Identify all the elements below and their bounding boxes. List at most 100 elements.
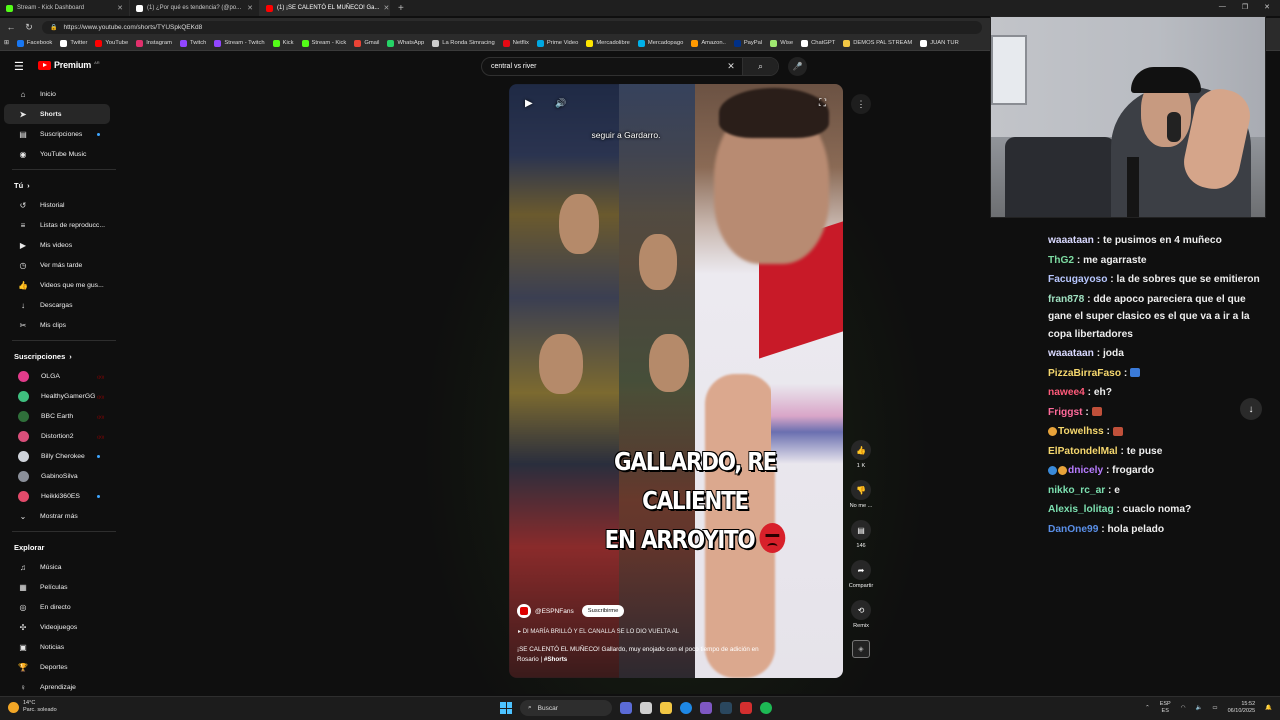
play-icon[interactable]: ▶	[525, 98, 533, 109]
subscription-item[interactable]: Billy Cherokee	[4, 446, 110, 466]
like-button[interactable]: 👍 1 K	[842, 440, 880, 469]
task-view-icon[interactable]	[640, 702, 652, 714]
browser-tab[interactable]: (1) ¿Por qué es tendencia? (@po... ✕	[130, 0, 260, 16]
sidebar-item-deportes[interactable]: 🏆 Deportes	[4, 657, 110, 677]
widgets-icon[interactable]	[620, 702, 632, 714]
subscription-item[interactable]: GabinoSilva	[4, 466, 110, 486]
sidebar-item-m-sica[interactable]: ♫ Música	[4, 557, 110, 577]
voice-search-button[interactable]: 🎤	[788, 57, 807, 76]
share-button[interactable]: ➦ Compartir	[842, 560, 880, 589]
sidebar-item-mis-clips[interactable]: ✂ Mis clips	[4, 315, 110, 335]
weather-widget[interactable]: 14°C Parc. soleado	[8, 700, 57, 714]
chat-username[interactable]: Alexis_lolitag	[1048, 504, 1114, 515]
fullscreen-icon[interactable]: ⛶	[819, 98, 826, 109]
show-more-button[interactable]: ⌄ Mostrar más	[4, 506, 110, 526]
bookmark-item[interactable]: Twitch	[179, 39, 206, 47]
steam-icon[interactable]	[720, 702, 732, 714]
chat-username[interactable]: DanOne99	[1048, 524, 1098, 535]
chat-username[interactable]: ElPatondelMal	[1048, 446, 1118, 457]
language-indicator[interactable]: ESP ES	[1160, 701, 1171, 715]
sidebar-item-mis-videos[interactable]: ▶ Mis videos	[4, 235, 110, 255]
bookmark-item[interactable]: Netflix	[502, 39, 529, 47]
sidebar-item-ver-m-s-tarde[interactable]: ◷ Ver más tarde	[4, 255, 110, 275]
bookmark-item[interactable]: Amazon..	[691, 39, 726, 47]
bookmark-item[interactable]: DEMOS PAL STREAM	[843, 39, 912, 47]
search-input[interactable]: central vs river	[491, 63, 720, 70]
new-tab-button[interactable]: +	[390, 3, 412, 14]
bookmark-item[interactable]: JUAN TUR	[920, 39, 959, 47]
sidebar-item-pel-culas[interactable]: ▦ Películas	[4, 577, 110, 597]
discord-icon[interactable]	[700, 702, 712, 714]
sidebar-item-suscripciones[interactable]: ▤ Suscripciones	[4, 124, 110, 144]
chat-username[interactable]: waaataan	[1048, 235, 1094, 246]
subscription-item[interactable]: BBC Earth ((•))	[4, 406, 110, 426]
edge-icon[interactable]	[680, 702, 692, 714]
bookmark-item[interactable]: Instagram	[136, 39, 172, 47]
sidebar-item-en-directo[interactable]: ◎ En directo	[4, 597, 110, 617]
music-ticker[interactable]: ▸ DI MARÍA BRILLÓ Y EL CANALLA SE LO DIO…	[518, 628, 679, 635]
youtube-logo[interactable]: Premium AR	[38, 60, 100, 70]
close-window-icon[interactable]: ✕	[1264, 3, 1270, 11]
subscription-item[interactable]: OLGA ((•))	[4, 366, 110, 386]
chat-username[interactable]: nikko_rc_ar	[1048, 485, 1105, 496]
sidebar-item-shorts[interactable]: ➤ Shorts	[4, 104, 110, 124]
close-tab-icon[interactable]: ✕	[247, 4, 253, 12]
sidebar-item-historial[interactable]: ↺ Historial	[4, 195, 110, 215]
chat-username[interactable]: Friggst	[1048, 407, 1083, 418]
bookmark-item[interactable]: Kick	[272, 39, 294, 47]
chat-username[interactable]: nawee4	[1048, 387, 1085, 398]
bookmark-item[interactable]: Wise	[770, 39, 793, 47]
chat-username[interactable]: PizzaBirraFaso	[1048, 368, 1121, 379]
browser-tab[interactable]: (1) ¡SE CALENTÓ EL MUÑECO! Ga... ✕	[260, 0, 390, 16]
chat-username[interactable]: dnicely	[1068, 465, 1103, 476]
bookmark-item[interactable]: La Ronda Simracing	[432, 39, 495, 47]
bookmark-item[interactable]: Stream - Kick	[301, 39, 346, 47]
url-field[interactable]: 🔒 https://www.youtube.com/shorts/TYUSpkQ…	[42, 20, 982, 34]
close-tab-icon[interactable]: ✕	[383, 4, 389, 12]
hashtag-link[interactable]: #Shorts	[544, 656, 567, 663]
subscription-item[interactable]: Heikki360ES	[4, 486, 110, 506]
maximize-icon[interactable]: ❐	[1242, 3, 1248, 11]
comments-button[interactable]: ▤ 146	[842, 520, 880, 549]
chat-username[interactable]: Facugayoso	[1048, 274, 1107, 285]
wifi-icon[interactable]: ◠	[1181, 705, 1186, 711]
bookmark-item[interactable]: Mercadolibre	[586, 39, 630, 47]
bookmark-item[interactable]: PayPal	[733, 39, 762, 47]
sidebar-item-inicio[interactable]: ⌂ Inicio	[4, 84, 110, 104]
search-button[interactable]: ⌕	[742, 58, 778, 75]
more-options-icon[interactable]: ⋮	[851, 94, 871, 114]
volume-icon[interactable]: 🔊	[555, 98, 566, 109]
sidebar-item-videojuegos[interactable]: ✣ Videojuegos	[4, 617, 110, 637]
chat-username[interactable]: fran878	[1048, 294, 1084, 305]
remix-button[interactable]: ⟲ Remix	[842, 600, 880, 629]
sound-thumbnail[interactable]: ◈	[852, 640, 870, 658]
you-heading[interactable]: Tú ›	[0, 175, 118, 195]
close-tab-icon[interactable]: ✕	[117, 4, 123, 12]
bookmark-item[interactable]: Twitter	[60, 39, 87, 47]
windows-start-icon[interactable]	[500, 702, 512, 714]
reload-icon[interactable]: ↻	[24, 22, 34, 33]
tray-chevron-icon[interactable]: ⌃	[1145, 705, 1150, 711]
file-explorer-icon[interactable]	[660, 702, 672, 714]
taskbar-search[interactable]: ⌕ Buscar	[520, 700, 612, 716]
battery-icon[interactable]: ▭	[1212, 705, 1217, 711]
app-icon[interactable]	[740, 702, 752, 714]
notifications-icon[interactable]: 🔔	[1265, 705, 1272, 711]
browser-tab[interactable]: Stream - Kick Dashboard ✕	[0, 0, 130, 16]
short-description[interactable]: ¡SE CALENTÓ EL MUÑECO! Gallardo, muy eno…	[517, 645, 767, 665]
sidebar-item-listas-de-reproducc[interactable]: ≡ Listas de reproducc...	[4, 215, 110, 235]
sidebar-item-noticias[interactable]: ▣ Noticias	[4, 637, 110, 657]
chat-username[interactable]: ThG2	[1048, 255, 1074, 266]
subscription-item[interactable]: HealthyGamerGG ((•))	[4, 386, 110, 406]
subscribe-button[interactable]: Suscribirme	[581, 605, 625, 617]
chat-username[interactable]: Towelhss	[1058, 426, 1104, 437]
bookmark-item[interactable]: Prime Video	[536, 39, 578, 47]
apps-icon[interactable]: ⊞	[4, 40, 9, 46]
shorts-player[interactable]: ▶ 🔊 ⛶ seguir a Gardarro. GALLARDO, RE CA…	[509, 84, 843, 678]
bookmark-item[interactable]: Mercadopago	[637, 39, 683, 47]
back-icon[interactable]: ←	[6, 22, 16, 32]
subscriptions-heading[interactable]: Suscripciones ›	[0, 346, 118, 366]
minimize-icon[interactable]: —	[1219, 3, 1226, 11]
bookmark-item[interactable]: Facebook	[16, 39, 52, 47]
sidebar-item-descargas[interactable]: ↓ Descargas	[4, 295, 110, 315]
